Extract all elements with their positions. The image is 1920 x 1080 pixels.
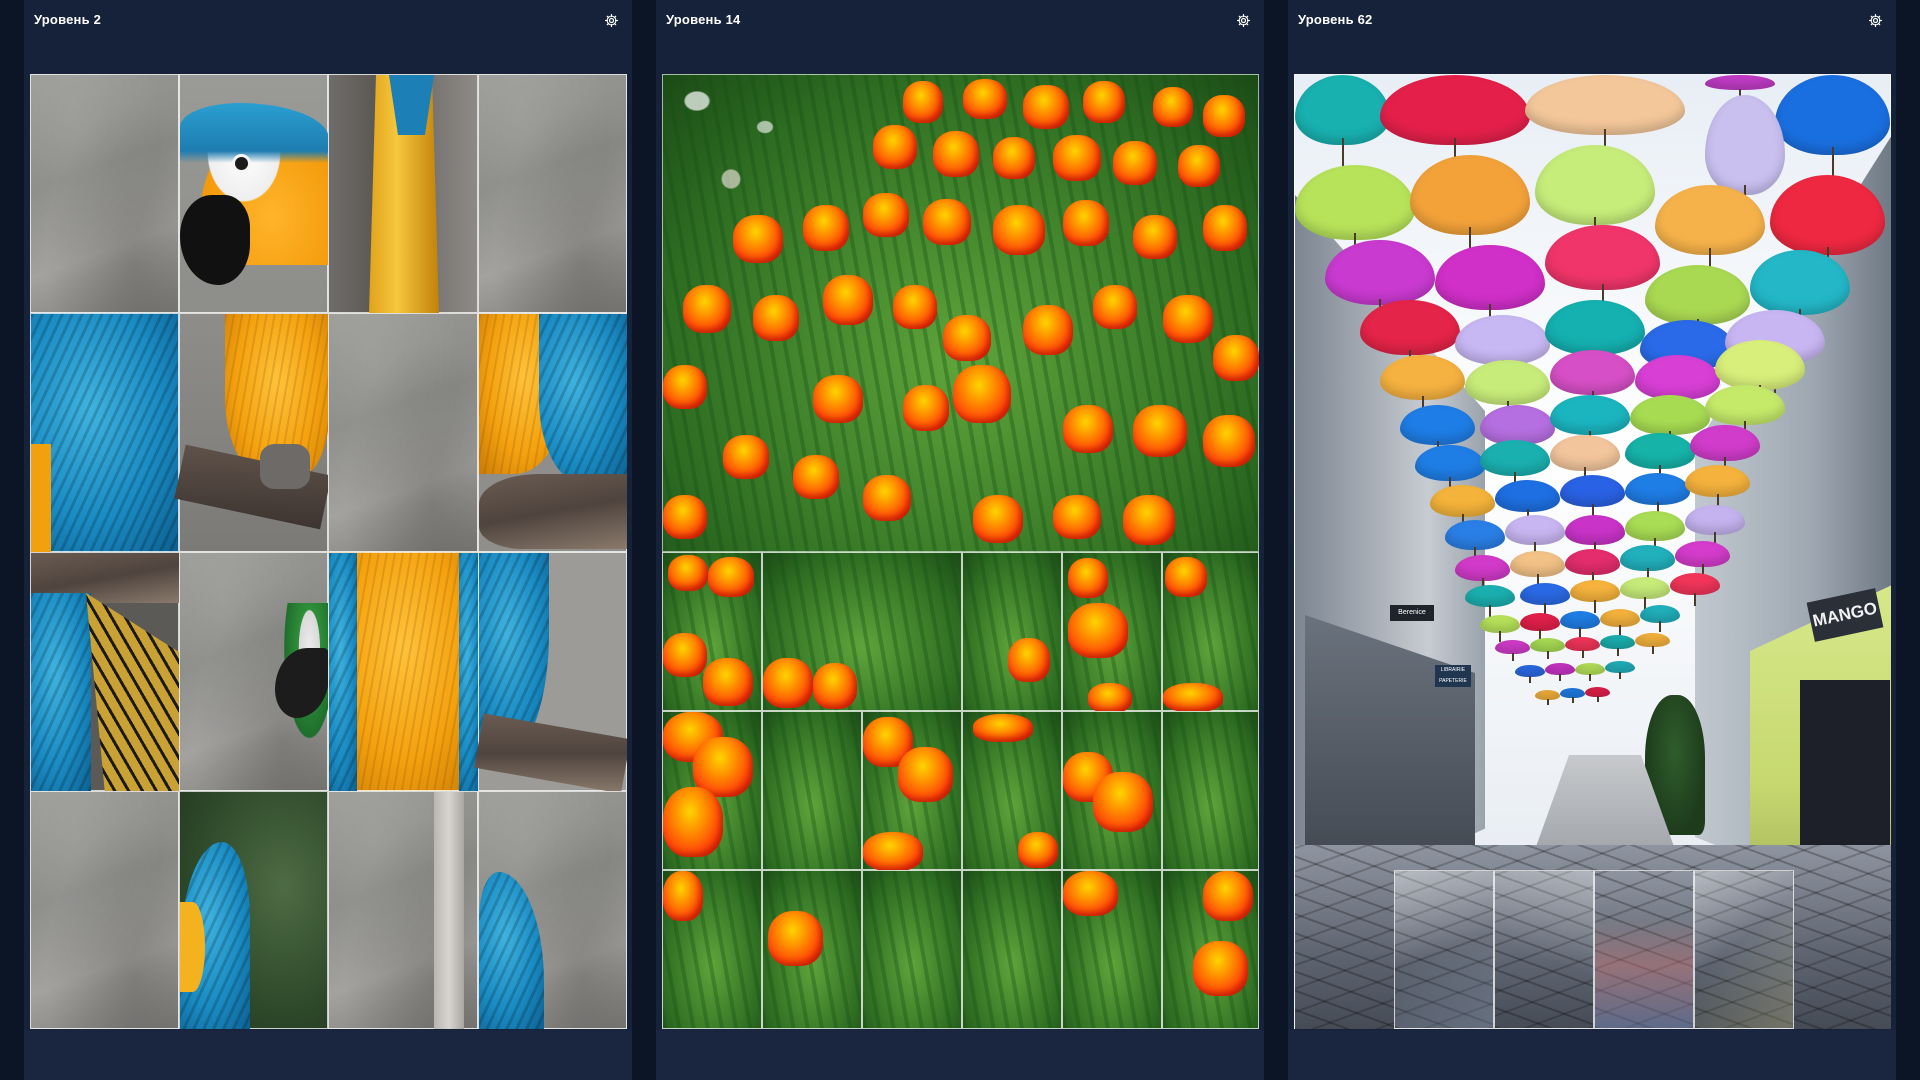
puzzle-board xyxy=(662,74,1259,1029)
puzzle-tile[interactable] xyxy=(662,711,762,870)
panel-header: Уровень 62 xyxy=(1288,0,1896,42)
puzzle-tile[interactable] xyxy=(30,74,179,313)
puzzle-tile[interactable] xyxy=(478,313,627,552)
gear-icon xyxy=(604,13,618,27)
gear-icon xyxy=(1236,13,1250,27)
level-title: Уровень 2 xyxy=(34,12,102,27)
puzzle-tile[interactable] xyxy=(862,870,962,1029)
puzzle-tile[interactable] xyxy=(179,791,328,1029)
panel-header: Уровень 2 xyxy=(24,0,632,42)
panel-footer xyxy=(1288,1030,1896,1080)
puzzle-tile[interactable] xyxy=(1062,711,1162,870)
puzzle-tile[interactable] xyxy=(762,870,862,1029)
puzzle-tile[interactable] xyxy=(662,552,762,711)
puzzle-tile[interactable] xyxy=(478,791,627,1029)
puzzle-tile[interactable] xyxy=(1394,870,1494,1029)
puzzle-tile[interactable] xyxy=(328,791,478,1029)
puzzle-tile[interactable] xyxy=(1162,711,1259,870)
puzzle-board xyxy=(30,74,627,1029)
settings-button[interactable] xyxy=(1232,9,1254,31)
puzzle-tile[interactable] xyxy=(662,870,762,1029)
puzzle-tile[interactable] xyxy=(1162,870,1259,1029)
puzzle-tile[interactable] xyxy=(1162,552,1259,712)
puzzle-solved-region xyxy=(662,74,1259,552)
settings-button[interactable] xyxy=(1864,9,1886,31)
library-sign-text: LIBRAIRIE PAPETERIE xyxy=(1439,667,1467,684)
puzzle-tile[interactable] xyxy=(862,711,962,871)
puzzle-tile[interactable] xyxy=(962,552,1062,711)
puzzle-tile[interactable] xyxy=(1062,870,1162,1029)
puzzle-tile[interactable] xyxy=(328,552,479,792)
puzzle-tile[interactable] xyxy=(1594,870,1694,1029)
level-panel-tulips: Уровень 14 xyxy=(656,0,1264,1080)
game-stage: Уровень 2 Уровень 14 Уровень 62 MANGO Be… xyxy=(0,0,1920,1080)
puzzle-tile[interactable] xyxy=(30,313,179,553)
street-sign: Berenice xyxy=(1390,605,1434,621)
settings-button[interactable] xyxy=(600,9,622,31)
gear-icon xyxy=(1868,13,1882,27)
street-sign-text: Berenice xyxy=(1398,609,1426,616)
puzzle-tile[interactable] xyxy=(1494,870,1594,1029)
puzzle-tile[interactable] xyxy=(328,74,478,314)
library-sign: LIBRAIRIE PAPETERIE xyxy=(1435,665,1471,687)
panel-footer xyxy=(656,1030,1264,1080)
puzzle-tile[interactable] xyxy=(1062,552,1162,713)
panel-header: Уровень 14 xyxy=(656,0,1264,42)
puzzle-tile[interactable] xyxy=(478,74,627,313)
puzzle-tile[interactable] xyxy=(762,552,962,711)
puzzle-tile[interactable] xyxy=(30,791,179,1029)
puzzle-tile[interactable] xyxy=(1694,870,1794,1029)
puzzle-tile[interactable] xyxy=(174,313,332,552)
puzzle-tile[interactable] xyxy=(762,711,862,870)
panel-footer xyxy=(24,1030,632,1080)
level-panel-parrot: Уровень 2 xyxy=(24,0,632,1080)
puzzle-tile[interactable] xyxy=(328,313,478,552)
puzzle-board: MANGO Berenice LIBRAIRIE PAPETERIE xyxy=(1294,74,1891,1029)
puzzle-tile[interactable] xyxy=(179,552,329,791)
level-title: Уровень 14 xyxy=(666,12,741,27)
puzzle-tile[interactable] xyxy=(30,552,180,792)
level-panel-umbrellas: Уровень 62 MANGO Berenice LIBRAIRIE PAPE… xyxy=(1288,0,1896,1080)
level-title: Уровень 62 xyxy=(1298,12,1373,27)
puzzle-tile[interactable] xyxy=(474,552,627,794)
puzzle-tile[interactable] xyxy=(179,74,329,313)
shop-sign-text: MANGO xyxy=(1811,598,1879,631)
puzzle-tile[interactable] xyxy=(962,711,1062,870)
puzzle-tile[interactable] xyxy=(962,870,1062,1029)
